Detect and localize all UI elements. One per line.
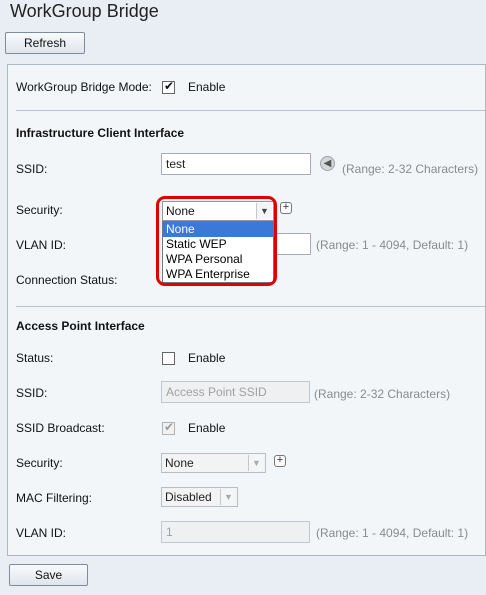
ap-security-select[interactable]: None ▼ [161, 453, 266, 473]
infrastructure-section-title: Infrastructure Client Interface [16, 126, 185, 140]
wgb-mode-label: WorkGroup Bridge Mode: [16, 80, 152, 94]
settings-panel: WorkGroup Bridge Mode: Enable Infrastruc… [7, 64, 486, 556]
ap-vlan-input[interactable]: 1 [161, 521, 310, 543]
mac-filtering-value: Disabled [165, 490, 212, 504]
ap-broadcast-label: SSID Broadcast: [16, 421, 105, 435]
plus-icon[interactable]: + [274, 455, 286, 467]
ap-ssid-input[interactable]: Access Point SSID [161, 381, 310, 403]
infra-ssid-input[interactable]: test [161, 153, 311, 175]
save-button[interactable]: Save [9, 564, 88, 586]
divider [16, 110, 485, 111]
ap-security-label: Security: [16, 456, 63, 470]
page-title: WorkGroup Bridge [10, 1, 159, 21]
plus-icon[interactable]: + [280, 202, 292, 214]
chevron-down-icon: ▼ [248, 455, 264, 471]
ap-security-value: None [165, 456, 194, 470]
mac-filtering-select[interactable]: Disabled ▼ [161, 487, 238, 507]
chevron-down-icon: ▼ [220, 489, 236, 505]
infra-vlan-label: VLAN ID: [16, 238, 67, 252]
ap-ssid-hint: (Range: 2-32 Characters) [314, 387, 451, 401]
infra-vlan-hint: (Range: 1 - 4094, Default: 1) [316, 238, 469, 252]
circle-arrow-left-icon[interactable]: ◀ [320, 156, 335, 171]
ap-vlan-hint: (Range: 1 - 4094, Default: 1) [316, 526, 469, 540]
infra-ssid-hint: (Range: 2-32 Characters) [342, 162, 479, 176]
infra-security-label: Security: [16, 203, 63, 217]
wgb-mode-checkbox[interactable] [162, 79, 175, 94]
refresh-button[interactable]: Refresh [5, 32, 85, 54]
ap-status-checkbox[interactable] [162, 352, 175, 365]
infra-ssid-label: SSID: [16, 162, 48, 176]
highlight-ring [156, 196, 277, 286]
ap-status-label: Status: [16, 351, 54, 365]
ap-status-enable-label: Enable [188, 351, 226, 365]
access-point-section-title: Access Point Interface [16, 319, 145, 333]
ap-broadcast-enable-label: Enable [188, 421, 226, 435]
mac-filtering-label: MAC Filtering: [16, 491, 93, 505]
wgb-mode-enable-label: Enable [188, 80, 226, 94]
divider [16, 306, 485, 307]
ap-ssid-label: SSID: [16, 386, 48, 400]
infra-vlan-input[interactable] [276, 233, 311, 255]
connection-status-label: Connection Status: [16, 273, 118, 287]
ap-vlan-label: VLAN ID: [16, 526, 67, 540]
ap-broadcast-checkbox[interactable] [162, 420, 175, 435]
